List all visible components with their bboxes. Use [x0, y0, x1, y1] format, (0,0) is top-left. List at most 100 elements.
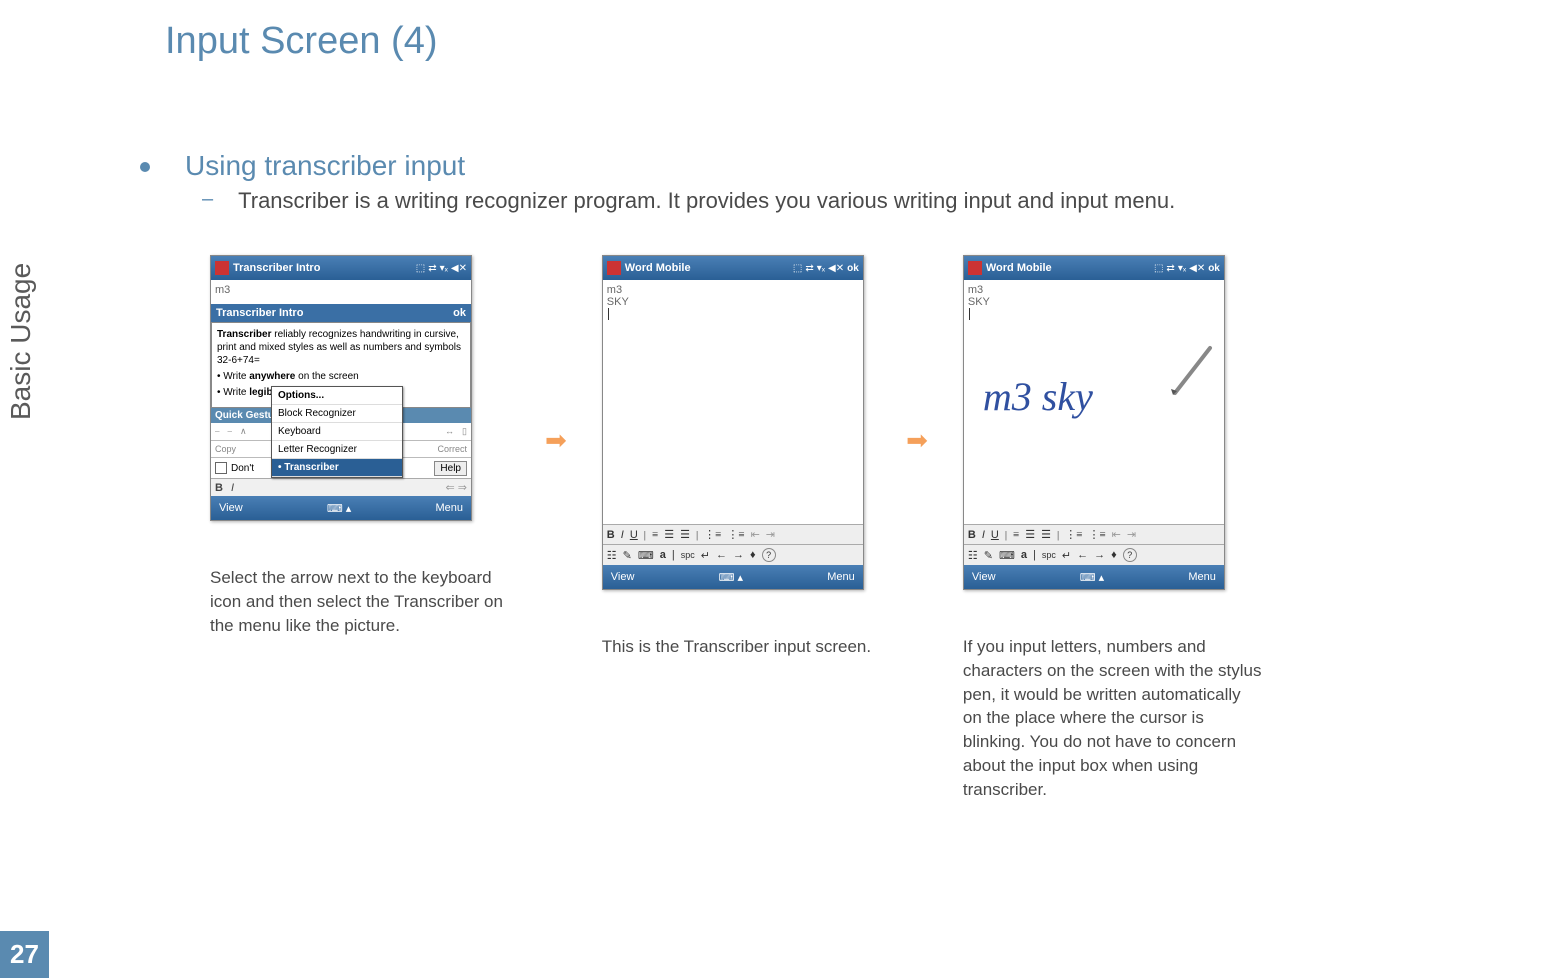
trans-mode-button[interactable]: a — [1021, 549, 1027, 561]
trans-correct-icon[interactable]: ♦ — [1111, 549, 1117, 561]
view-softkey[interactable]: View — [219, 502, 243, 514]
keyboard-icon[interactable]: ⌨ ▴ — [327, 502, 351, 515]
align-center-icon[interactable]: ☰ — [664, 528, 674, 541]
outdent-icon[interactable]: ⇤ — [1112, 528, 1121, 541]
trans-help-icon[interactable]: ? — [1123, 548, 1137, 562]
menu-options[interactable]: Options... — [272, 387, 402, 405]
trans-right-icon[interactable]: → — [733, 549, 744, 561]
trans-spc-button[interactable]: spc — [681, 550, 695, 560]
trans-enter-icon[interactable]: ↵ — [701, 549, 710, 562]
keyboard-icon[interactable]: ⌨ ▴ — [719, 571, 743, 584]
align-center-icon[interactable]: ☰ — [1025, 528, 1035, 541]
titlebar-3: Word Mobile ⬚ ⇄ ▾ₓ ◀✕ ok — [964, 256, 1224, 280]
sync-icon: ⇄ — [428, 263, 436, 274]
italic-button[interactable]: I — [621, 529, 624, 541]
bullet-sub-text: Transcriber is a writing recognizer prog… — [238, 188, 1175, 214]
trans-icon-3[interactable]: ⌨ — [999, 549, 1015, 562]
doc-line-1: m3 — [968, 284, 1220, 296]
bullets-icon[interactable]: ⋮≡ — [704, 528, 721, 541]
signal-icon: ▾ₓ — [440, 263, 448, 274]
view-softkey[interactable]: View — [611, 571, 635, 583]
start-flag-icon[interactable] — [215, 261, 229, 275]
format-toolbar-2: B I U | ≡ ☰ ☰ | ⋮≡ ⋮≡ ⇤ ⇥ — [603, 524, 863, 544]
dont-show-row: Don't Help Options... Block Recognizer K… — [211, 458, 471, 478]
doc-line-2: SKY — [968, 296, 1220, 308]
doc-text-1: m3 — [215, 284, 230, 296]
arrow-right-icon: ➡ — [545, 425, 567, 456]
menu-softkey[interactable]: Menu — [435, 502, 463, 514]
input-method-menu: Options... Block Recognizer Keyboard Let… — [271, 386, 403, 478]
arrow-right-icon: ➡ — [906, 425, 928, 456]
screenshot-2: Word Mobile ⬚ ⇄ ▾ₓ ◀✕ ok m3 SKY B — [602, 255, 864, 590]
trans-enter-icon[interactable]: ↵ — [1062, 549, 1071, 562]
signal-icon: ▾ₓ — [817, 263, 825, 274]
align-left-icon[interactable]: ≡ — [652, 529, 658, 541]
indent-icon[interactable]: ⇥ — [766, 528, 775, 541]
caption-2: This is the Transcriber input screen. — [602, 635, 871, 659]
trans-left-icon[interactable]: ← — [1077, 549, 1088, 561]
italic-button[interactable]: I — [982, 529, 985, 541]
trans-right-icon[interactable]: → — [1094, 549, 1105, 561]
align-left-icon[interactable]: ≡ — [1013, 529, 1019, 541]
menu-softkey[interactable]: Menu — [827, 571, 855, 583]
underline-button[interactable]: U — [630, 529, 638, 541]
caption-1: Select the arrow next to the keyboard ic… — [210, 566, 510, 637]
screenshots-row: Transcriber Intro ⬚ ⇄ ▾ₓ ◀✕ m3 Transcrib… — [210, 255, 1263, 802]
align-right-icon[interactable]: ☰ — [1041, 528, 1051, 541]
menu-keyboard[interactable]: Keyboard — [272, 423, 402, 441]
page-number: 27 — [0, 931, 49, 978]
menu-letter-recognizer[interactable]: Letter Recognizer — [272, 441, 402, 459]
input-method-icon: ⬚ — [416, 263, 425, 274]
trans-icon-1[interactable]: ☷ — [607, 549, 617, 562]
numbering-icon[interactable]: ⋮≡ — [1088, 528, 1105, 541]
trans-icon-1[interactable]: ☷ — [968, 549, 978, 562]
doc-line-1: m3 — [607, 284, 859, 296]
caption-3: If you input letters, numbers and charac… — [963, 635, 1263, 802]
trans-help-icon[interactable]: ? — [762, 548, 776, 562]
page-title: Input Screen (4) — [165, 20, 437, 63]
indent-icon[interactable]: ⇥ — [1127, 528, 1136, 541]
doc-area-2[interactable]: m3 SKY — [603, 280, 863, 524]
view-softkey[interactable]: View — [972, 571, 996, 583]
trans-icon-2[interactable]: ✎ — [984, 549, 993, 562]
keyboard-icon[interactable]: ⌨ ▴ — [1080, 571, 1104, 584]
dont-show-label: Don't — [231, 463, 254, 474]
underline-button[interactable]: U — [991, 529, 999, 541]
intro-ok-button[interactable]: ok — [453, 307, 466, 319]
menu-block-recognizer[interactable]: Block Recognizer — [272, 405, 402, 423]
start-flag-icon[interactable] — [968, 261, 982, 275]
screenshot-1: Transcriber Intro ⬚ ⇄ ▾ₓ ◀✕ m3 Transcrib… — [210, 255, 472, 521]
softkey-bar-3: View ⌨ ▴ Menu — [964, 565, 1224, 589]
outdent-icon[interactable]: ⇤ — [751, 528, 760, 541]
trans-spc-button[interactable]: spc — [1042, 550, 1056, 560]
screenshot-3: Word Mobile ⬚ ⇄ ▾ₓ ◀✕ ok m3 SKY — [963, 255, 1225, 590]
format-toolbar-3: B I U | ≡ ☰ ☰ | ⋮≡ ⋮≡ ⇤ ⇥ — [964, 524, 1224, 544]
doc-area-3[interactable]: m3 SKY m3 sky — [964, 280, 1224, 524]
title-2: Word Mobile — [625, 262, 793, 274]
slide: Input Screen (4) Basic Usage 27 Using tr… — [0, 0, 1553, 978]
trans-correct-icon[interactable]: ♦ — [750, 549, 756, 561]
trans-icon-3[interactable]: ⌨ — [638, 549, 654, 562]
help-button[interactable]: Help — [434, 461, 467, 476]
menu-transcriber[interactable]: Transcriber — [272, 459, 402, 477]
italic-button[interactable]: I — [231, 482, 234, 494]
trans-icon-2[interactable]: ✎ — [623, 549, 632, 562]
ok-button[interactable]: ok — [847, 263, 859, 274]
bullets-icon[interactable]: ⋮≡ — [1065, 528, 1082, 541]
bold-button[interactable]: B — [215, 482, 223, 494]
ok-button[interactable]: ok — [1208, 263, 1220, 274]
align-right-icon[interactable]: ☰ — [680, 528, 690, 541]
menu-softkey[interactable]: Menu — [1188, 571, 1216, 583]
numbering-icon[interactable]: ⋮≡ — [727, 528, 744, 541]
trans-mode-button[interactable]: a — [660, 549, 666, 561]
title-3: Word Mobile — [986, 262, 1154, 274]
sync-icon: ⇄ — [805, 263, 813, 274]
volume-icon: ◀✕ — [828, 263, 844, 274]
start-flag-icon[interactable] — [607, 261, 621, 275]
trans-left-icon[interactable]: ← — [716, 549, 727, 561]
stylus-pen-icon — [1165, 343, 1215, 403]
bold-button[interactable]: B — [607, 529, 615, 541]
dont-show-checkbox[interactable] — [215, 462, 227, 474]
signal-icon: ▾ₓ — [1178, 263, 1186, 274]
bold-button[interactable]: B — [968, 529, 976, 541]
